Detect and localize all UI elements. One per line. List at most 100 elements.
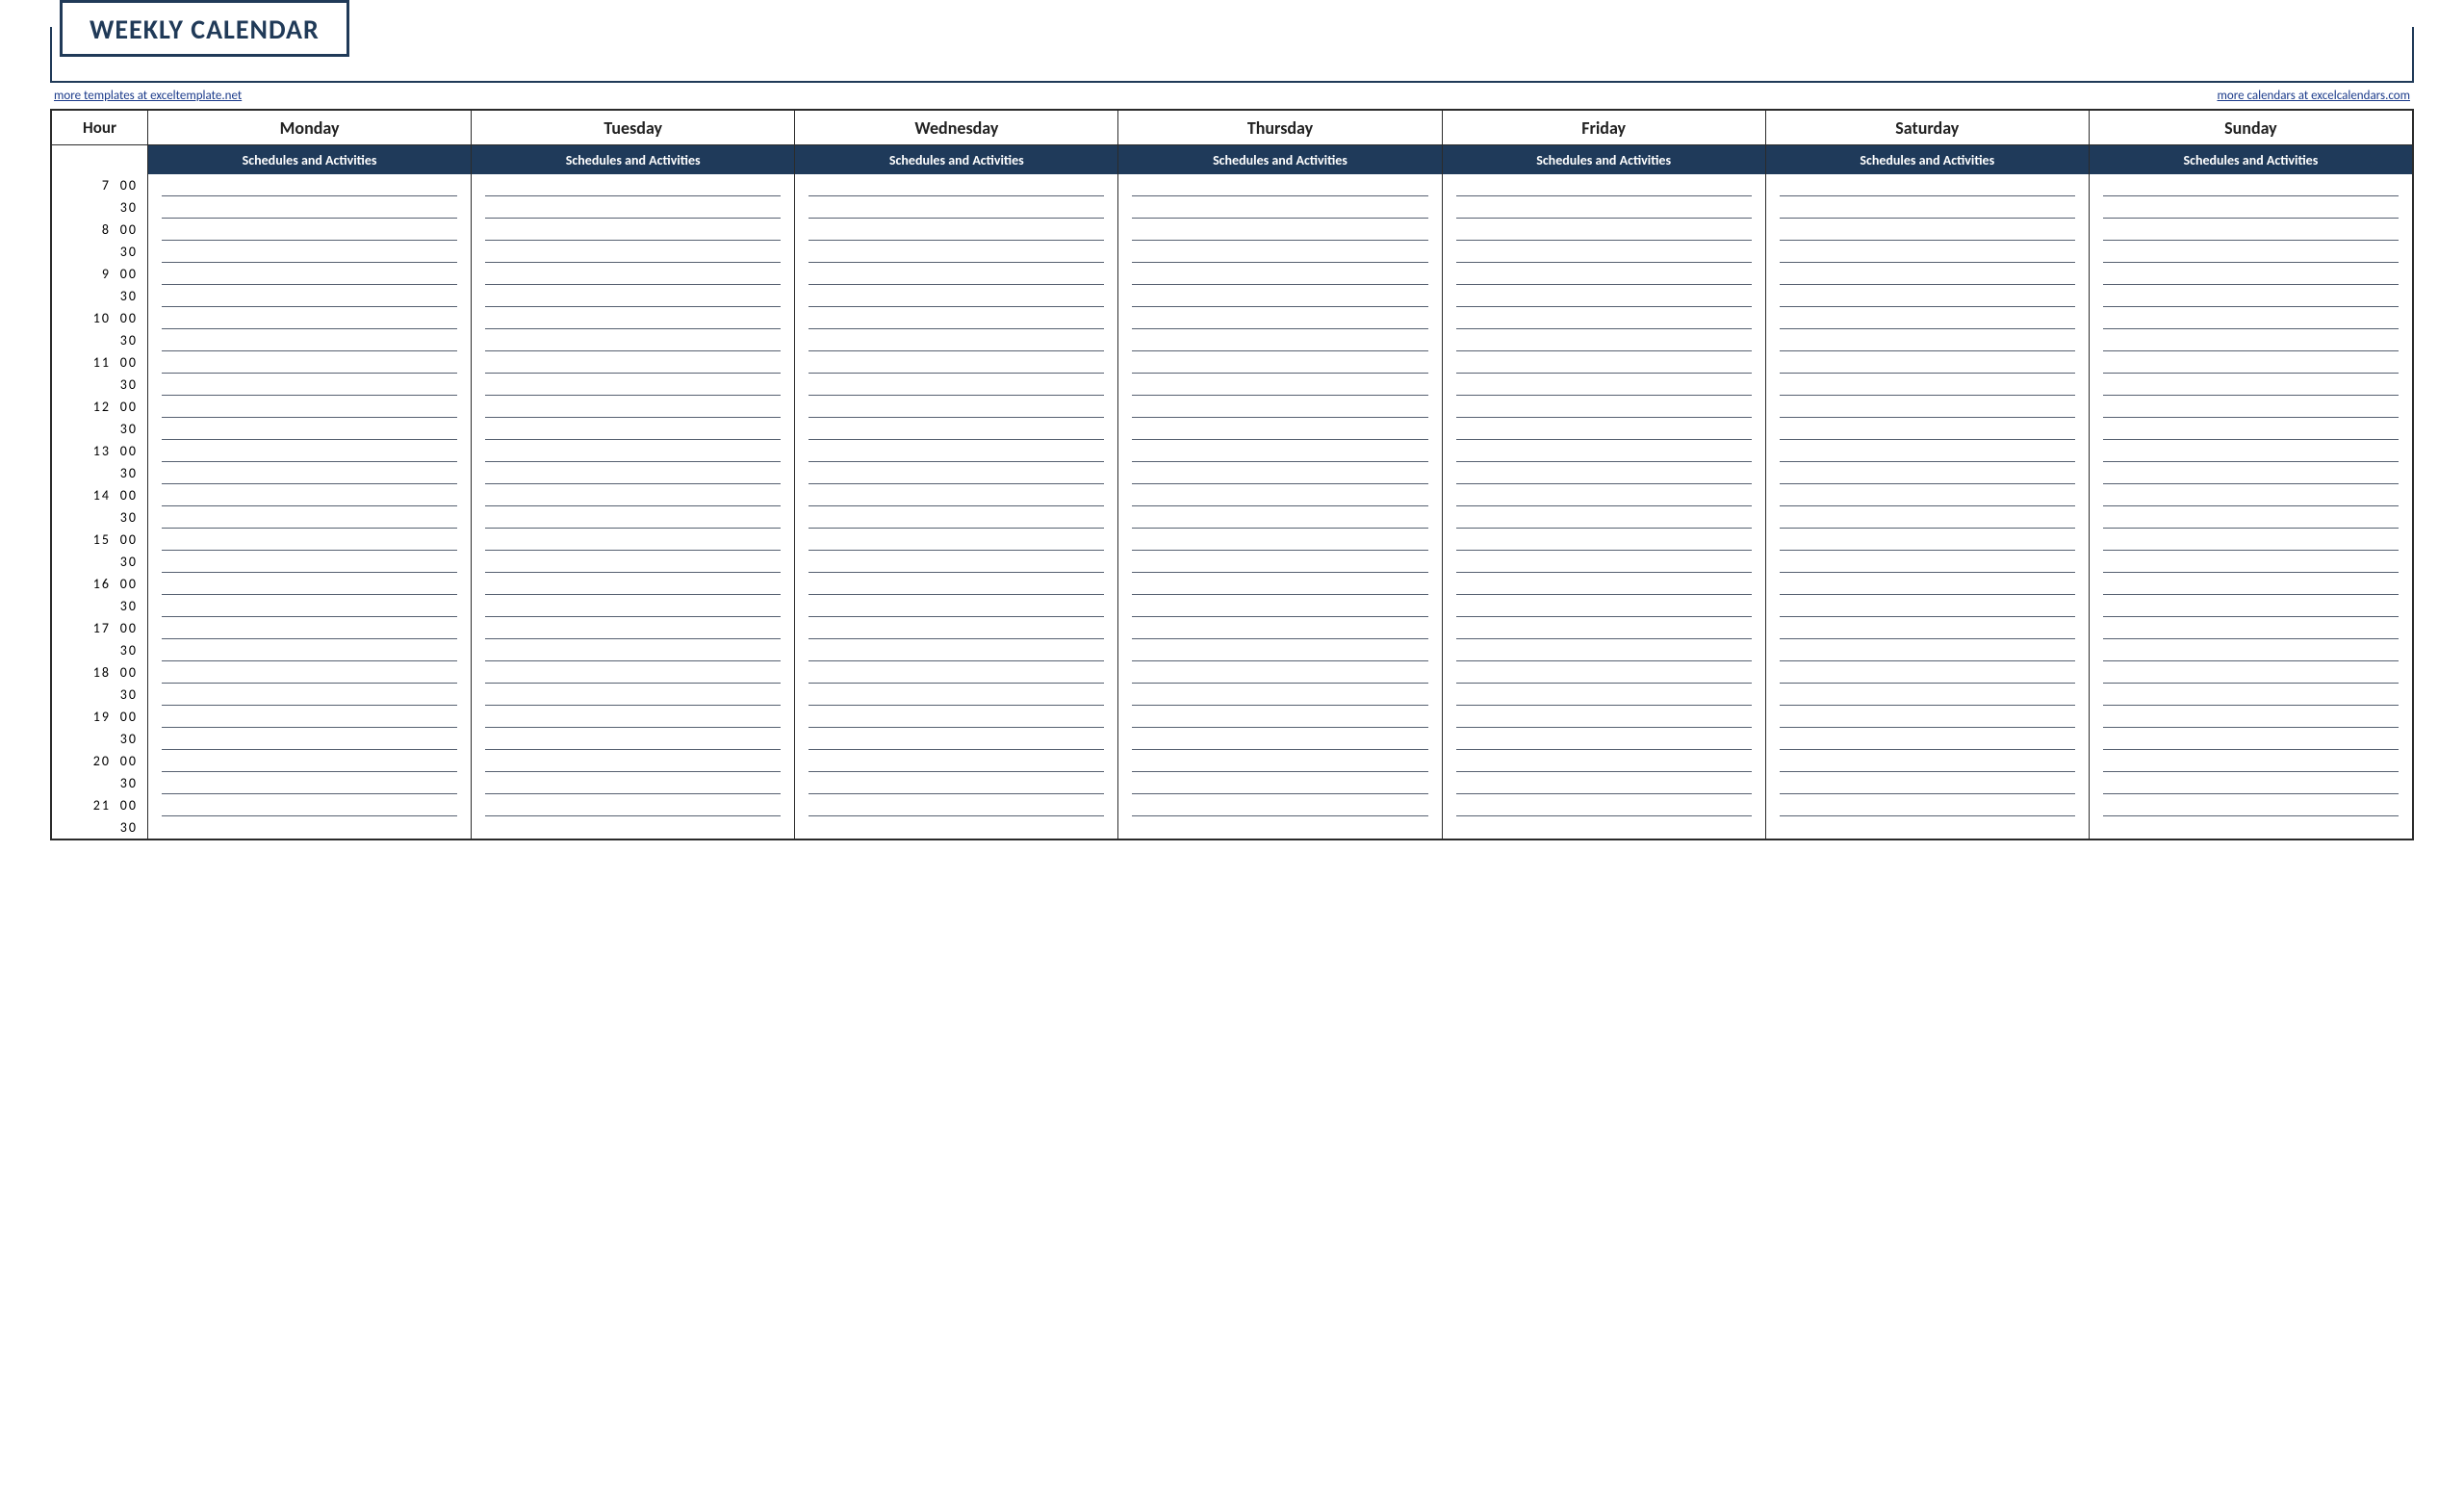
time-slot[interactable] bbox=[485, 219, 781, 241]
time-slot[interactable] bbox=[1456, 551, 1752, 573]
time-slot[interactable] bbox=[1132, 396, 1427, 418]
time-slot[interactable] bbox=[162, 241, 457, 263]
time-slot[interactable] bbox=[1132, 506, 1427, 529]
time-slot[interactable] bbox=[808, 174, 1104, 196]
time-slot[interactable] bbox=[2103, 462, 2399, 484]
time-slot[interactable] bbox=[485, 462, 781, 484]
time-slot[interactable] bbox=[1456, 529, 1752, 551]
time-slot[interactable] bbox=[1456, 595, 1752, 617]
time-slot[interactable] bbox=[2103, 396, 2399, 418]
time-slot[interactable] bbox=[1780, 418, 2075, 440]
time-slot[interactable] bbox=[162, 684, 457, 706]
time-slot[interactable] bbox=[1132, 462, 1427, 484]
time-slot[interactable] bbox=[485, 396, 781, 418]
time-slot[interactable] bbox=[1780, 750, 2075, 772]
time-slot[interactable] bbox=[2103, 551, 2399, 573]
time-slot[interactable] bbox=[162, 706, 457, 728]
time-slot[interactable] bbox=[2103, 263, 2399, 285]
time-slot[interactable] bbox=[1132, 728, 1427, 750]
time-slot[interactable] bbox=[485, 728, 781, 750]
time-slot[interactable] bbox=[1780, 329, 2075, 351]
time-slot[interactable] bbox=[1780, 351, 2075, 374]
time-slot[interactable] bbox=[808, 772, 1104, 794]
time-slot[interactable] bbox=[1132, 484, 1427, 506]
time-slot[interactable] bbox=[1132, 573, 1427, 595]
time-slot[interactable] bbox=[485, 263, 781, 285]
time-slot[interactable] bbox=[1132, 816, 1427, 839]
time-slot[interactable] bbox=[162, 307, 457, 329]
time-slot[interactable] bbox=[2103, 241, 2399, 263]
time-slot[interactable] bbox=[2103, 174, 2399, 196]
time-slot[interactable] bbox=[1132, 351, 1427, 374]
time-slot[interactable] bbox=[1132, 772, 1427, 794]
time-slot[interactable] bbox=[1780, 174, 2075, 196]
time-slot[interactable] bbox=[1780, 684, 2075, 706]
time-slot[interactable] bbox=[1132, 617, 1427, 639]
time-slot[interactable] bbox=[1780, 529, 2075, 551]
time-slot[interactable] bbox=[808, 573, 1104, 595]
time-slot[interactable] bbox=[162, 750, 457, 772]
time-slot[interactable] bbox=[2103, 374, 2399, 396]
time-slot[interactable] bbox=[808, 418, 1104, 440]
time-slot[interactable] bbox=[2103, 750, 2399, 772]
time-slot[interactable] bbox=[485, 529, 781, 551]
time-slot[interactable] bbox=[808, 462, 1104, 484]
time-slot[interactable] bbox=[1132, 307, 1427, 329]
time-slot[interactable] bbox=[1456, 440, 1752, 462]
time-slot[interactable] bbox=[162, 374, 457, 396]
time-slot[interactable] bbox=[1132, 418, 1427, 440]
time-slot[interactable] bbox=[1456, 728, 1752, 750]
time-slot[interactable] bbox=[485, 418, 781, 440]
time-slot[interactable] bbox=[1132, 285, 1427, 307]
time-slot[interactable] bbox=[1456, 329, 1752, 351]
time-slot[interactable] bbox=[1780, 484, 2075, 506]
time-slot[interactable] bbox=[485, 661, 781, 684]
time-slot[interactable] bbox=[2103, 617, 2399, 639]
time-slot[interactable] bbox=[162, 329, 457, 351]
time-slot[interactable] bbox=[1456, 617, 1752, 639]
time-slot[interactable] bbox=[1780, 772, 2075, 794]
time-slot[interactable] bbox=[2103, 573, 2399, 595]
time-slot[interactable] bbox=[1780, 639, 2075, 661]
time-slot[interactable] bbox=[1132, 440, 1427, 462]
time-slot[interactable] bbox=[485, 617, 781, 639]
time-slot[interactable] bbox=[2103, 285, 2399, 307]
time-slot[interactable] bbox=[808, 484, 1104, 506]
time-slot[interactable] bbox=[162, 728, 457, 750]
time-slot[interactable] bbox=[162, 351, 457, 374]
time-slot[interactable] bbox=[1132, 750, 1427, 772]
time-slot[interactable] bbox=[2103, 529, 2399, 551]
time-slot[interactable] bbox=[162, 196, 457, 219]
time-slot[interactable] bbox=[1456, 794, 1752, 816]
time-slot[interactable] bbox=[2103, 684, 2399, 706]
time-slot[interactable] bbox=[1132, 174, 1427, 196]
time-slot[interactable] bbox=[162, 462, 457, 484]
time-slot[interactable] bbox=[1456, 418, 1752, 440]
time-slot[interactable] bbox=[485, 551, 781, 573]
time-slot[interactable] bbox=[808, 728, 1104, 750]
time-slot[interactable] bbox=[808, 684, 1104, 706]
time-slot[interactable] bbox=[1132, 374, 1427, 396]
time-slot[interactable] bbox=[485, 440, 781, 462]
time-slot[interactable] bbox=[2103, 639, 2399, 661]
time-slot[interactable] bbox=[1780, 794, 2075, 816]
time-slot[interactable] bbox=[1780, 728, 2075, 750]
time-slot[interactable] bbox=[808, 440, 1104, 462]
time-slot[interactable] bbox=[485, 506, 781, 529]
time-slot[interactable] bbox=[808, 396, 1104, 418]
time-slot[interactable] bbox=[162, 263, 457, 285]
time-slot[interactable] bbox=[162, 285, 457, 307]
time-slot[interactable] bbox=[485, 750, 781, 772]
time-slot[interactable] bbox=[808, 794, 1104, 816]
time-slot[interactable] bbox=[1456, 285, 1752, 307]
time-slot[interactable] bbox=[485, 329, 781, 351]
time-slot[interactable] bbox=[1132, 684, 1427, 706]
time-slot[interactable] bbox=[162, 794, 457, 816]
time-slot[interactable] bbox=[2103, 329, 2399, 351]
time-slot[interactable] bbox=[808, 374, 1104, 396]
time-slot[interactable] bbox=[808, 196, 1104, 219]
time-slot[interactable] bbox=[808, 750, 1104, 772]
time-slot[interactable] bbox=[485, 772, 781, 794]
time-slot[interactable] bbox=[1132, 241, 1427, 263]
time-slot[interactable] bbox=[162, 551, 457, 573]
